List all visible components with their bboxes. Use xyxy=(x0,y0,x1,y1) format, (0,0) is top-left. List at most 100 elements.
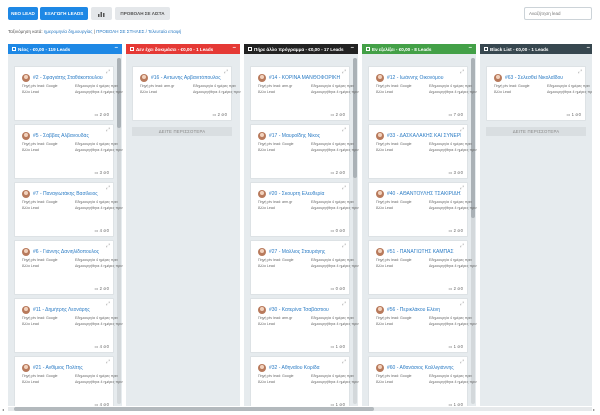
expand-icon[interactable]: ⤢ xyxy=(106,301,110,307)
chart-button[interactable] xyxy=(91,7,112,20)
lead-card[interactable]: #27 - Μάλλιος Σταυράγης ⤢ Πηγή ptv lead: G… xyxy=(250,240,359,295)
expand-icon[interactable]: ⤢ xyxy=(578,69,582,75)
lead-source: Πηγή ptv lead: Google xyxy=(22,84,58,88)
list-view-button[interactable]: ΠΡΟΒΟΛΗ ΣΕ ΛΙΣΤΑ xyxy=(115,7,170,20)
lead-title-link[interactable]: #32 - Αθηναΐου Κορίδα xyxy=(269,365,343,371)
lead-title-link[interactable]: #6 - Γιάννης Δανιηλίδοπουλος xyxy=(33,249,107,255)
lead-title-link[interactable]: #40 - ΑΘΑΝΤΟΥΛΗΣ ΤΣΑΚΙΡΙΔΗΣ xyxy=(387,191,461,197)
lead-card[interactable]: #7 - Παναγιωτάκης Βασίλειος ⤢ Πηγή ptv lea… xyxy=(14,182,123,237)
expand-icon[interactable]: ⤢ xyxy=(342,69,346,75)
scroll-left-arrow-icon[interactable]: ◂ xyxy=(2,407,4,412)
lead-card[interactable]: #21 - Ανθίμιος Πολίτης ⤢ Πηγή ptv lead: Go… xyxy=(14,356,123,406)
lead-title-link[interactable]: #56 - Περικλάκου Ελένη xyxy=(387,307,461,313)
sort-created-link[interactable]: ημερομηνία δημιουργίας xyxy=(44,29,93,34)
lead-title-link[interactable]: #33 - ΔΑΣΚΑΛΑΚΗΣ ΚΑΙ ΣΥΝΕΡΓΑΤΕΣ xyxy=(387,133,461,139)
lead-title-link[interactable]: #30 - Κατερίνα Τσαβάστιου xyxy=(269,307,343,313)
collapse-icon[interactable]: – xyxy=(233,45,236,51)
expand-icon[interactable]: ⤢ xyxy=(342,127,346,133)
lead-source: Πηγή ptv lead: Google xyxy=(22,374,58,378)
expand-icon[interactable]: ⤢ xyxy=(106,185,110,191)
updated-date: Δημιουργήθηκε 4 ημέρες πριν xyxy=(429,90,477,94)
lead-title-link[interactable]: #11 - Δημήτρης Λεονάρης xyxy=(33,307,107,313)
lead-card[interactable]: #5 - Σάββας Αλβανουδάς ⤢ Πηγή ptv lead: Go… xyxy=(14,124,123,179)
expand-icon[interactable]: ⤢ xyxy=(106,359,110,365)
expand-icon[interactable]: ⤢ xyxy=(460,127,464,133)
column-scrollbar[interactable] xyxy=(117,58,121,404)
column-header[interactable]: Πήρε άλλο πρόγραμμα - €0,00 - 17 Leads – xyxy=(244,44,358,54)
created-date: Εδημιουργία 4 ημέρες πριν xyxy=(75,374,119,378)
lead-card[interactable]: #17 - Μαυροΐδης Νίκος ⤢ Πηγή ptv lead: Goo… xyxy=(250,124,359,179)
lead-card[interactable]: #40 - ΑΘΑΝΤΟΥΛΗΣ ΤΣΑΚΙΡΙΔΗΣ ⤢ Πηγή ptv lea… xyxy=(368,182,477,237)
collapse-icon[interactable]: – xyxy=(587,45,590,51)
column-scrollbar[interactable] xyxy=(471,58,475,404)
lead-card[interactable]: #30 - Κατερίνα Τσαβάστιου ⤢ Πηγή ptv lead:… xyxy=(250,298,359,353)
collapse-icon[interactable]: – xyxy=(115,45,118,51)
column-header[interactable]: Νέος - €0,00 - 119 Leads – xyxy=(8,44,122,54)
expand-icon[interactable]: ⤢ xyxy=(460,185,464,191)
lead-card[interactable]: #20 - Σκουρτη Ελευθερία ⤢ Πηγή ptv lead: a… xyxy=(250,182,359,237)
lead-title-link[interactable]: #17 - Μαυροΐδης Νίκος xyxy=(269,133,343,139)
expand-icon[interactable]: ⤢ xyxy=(460,359,464,365)
search-input[interactable] xyxy=(524,7,592,20)
expand-icon[interactable]: ⤢ xyxy=(224,69,228,75)
expand-icon[interactable]: ⤢ xyxy=(460,69,464,75)
lead-title-link[interactable]: #16 - Αντωνης Αρβανιτόπουλος xyxy=(151,75,225,81)
lead-card[interactable]: #14 - ΚΟΡΙΝΑ ΜΑΝΘΟΦΟΡΙΚΗ ⤢ Πηγή ptv lead: … xyxy=(250,66,359,121)
lead-source: Πηγή ptv lead: Google xyxy=(376,142,412,146)
card-counts: ▭ 2 ⊘0 xyxy=(449,228,464,233)
lead-source: Πηγή ptv lead: arm.gr xyxy=(258,200,293,204)
lead-card[interactable]: #11 - Δημήτρης Λεονάρης ⤢ Πηγή ptv lead: G… xyxy=(14,298,123,353)
expand-icon[interactable]: ⤢ xyxy=(460,301,464,307)
lead-title-link[interactable]: #20 - Σκουρτη Ελευθερία xyxy=(269,191,343,197)
card-counts: ▭ 1 ⊘0 xyxy=(331,402,346,406)
expand-icon[interactable]: ⤢ xyxy=(106,127,110,133)
column-header[interactable]: Εν εξελίξει - €0,00 - 8 Leads – xyxy=(362,44,476,54)
expand-icon[interactable]: ⤢ xyxy=(460,243,464,249)
expand-icon[interactable]: ⤢ xyxy=(106,243,110,249)
lead-card[interactable]: #63 - Σελεσθεί Νικολαΐδου ⤢ Πηγή ptv lead:… xyxy=(486,66,592,121)
lead-title-link[interactable]: #14 - ΚΟΡΙΝΑ ΜΑΝΘΟΦΟΡΙΚΗ xyxy=(269,75,343,81)
lead-card[interactable]: #56 - Περικλάκου Ελένη ⤢ Πηγή ptv lead: Go… xyxy=(368,298,477,353)
lead-title-link[interactable]: #60 - Αθανάσιος Καλλιγιάννης xyxy=(387,365,461,371)
lead-title-link[interactable]: #2 - Σφαγιάτης Σταθάκοπουλου xyxy=(33,75,107,81)
lead-card[interactable]: #32 - Αθηναΐου Κορίδα ⤢ Πηγή ptv lead: Goo… xyxy=(250,356,359,406)
expand-icon[interactable]: ⤢ xyxy=(342,243,346,249)
lead-card[interactable]: #6 - Γιάννης Δανιηλίδοπουλος ⤢ Πηγή ptv le… xyxy=(14,240,123,295)
lead-card[interactable]: #60 - Αθανάσιος Καλλιγιάννης ⤢ Πηγή ptv le… xyxy=(368,356,477,406)
see-more-button[interactable]: ΔΕΙΤΕ ΠΕΡΙΣΣΟΤΕΡΑ xyxy=(132,127,232,136)
see-more-button[interactable]: ΔΕΙΤΕ ΠΕΡΙΣΣΟΤΕΡΑ xyxy=(486,127,586,136)
lead-title-link[interactable]: #7 - Παναγιωτάκης Βασίλειος xyxy=(33,191,107,197)
attachment-count: 0 xyxy=(460,228,463,233)
scrollbar-thumb[interactable] xyxy=(14,407,374,411)
collapse-icon[interactable]: – xyxy=(469,45,472,51)
scroll-right-arrow-icon[interactable]: ▸ xyxy=(593,407,595,412)
expand-icon[interactable]: ⤢ xyxy=(342,359,346,365)
columns-view-link[interactable]: ΠΡΟΒΟΛΗ ΣΕ ΣΤΗΛΕΣ xyxy=(96,29,144,34)
expand-icon[interactable]: ⤢ xyxy=(342,185,346,191)
new-lead-button[interactable]: ΝΕΟ LEAD xyxy=(8,7,38,20)
lead-title-link[interactable]: #51 - ΠΑΝΑΓΙΩΤΗΣ ΚΑΜΠΑΣ xyxy=(387,249,461,255)
column-scrollbar[interactable] xyxy=(353,58,357,404)
board-horizontal-scrollbar[interactable] xyxy=(8,407,592,411)
export-leads-button[interactable]: ΕΞΑΓΩΓΗ LEADS xyxy=(40,7,88,20)
lead-title-link[interactable]: #63 - Σελεσθεί Νικολαΐδου xyxy=(505,75,579,81)
lead-card[interactable]: #51 - ΠΑΝΑΓΙΩΤΗΣ ΚΑΜΠΑΣ ⤢ Πηγή ptv lead: G… xyxy=(368,240,477,295)
lead-title-link[interactable]: #5 - Σάββας Αλβανουδάς xyxy=(33,133,107,139)
lead-card[interactable]: #16 - Αντωνης Αρβανιτόπουλος ⤢ Πηγή ptv le… xyxy=(132,66,241,121)
collapse-icon[interactable]: – xyxy=(351,45,354,51)
lead-source: Πηγή ptv lead: Google xyxy=(376,258,412,262)
sort-last-contact-link[interactable]: / Τελευταία επαφή xyxy=(144,29,182,34)
expand-icon[interactable]: ⤢ xyxy=(106,69,110,75)
expand-icon[interactable]: ⤢ xyxy=(342,301,346,307)
lead-card[interactable]: #33 - ΔΑΣΚΑΛΑΚΗΣ ΚΑΙ ΣΥΝΕΡΓΑΤΕΣ⤢ Πηγή ptv… xyxy=(368,124,477,179)
lead-title-link[interactable]: #21 - Ανθίμιος Πολίτης xyxy=(33,365,107,371)
updated-date: Δημιουργήθηκε 4 ημέρες πριν xyxy=(75,380,123,384)
lead-card[interactable]: #12 - Ιωάννης Οικονόμου ⤢ Πηγή ptv lead: G… xyxy=(368,66,477,121)
column-header[interactable]: Black List - €0,00 - 1 Leads – xyxy=(480,44,592,54)
lead-card[interactable]: #2 - Σφαγιάτης Σταθάκοπουλου ⤢ Πηγή ptv le… xyxy=(14,66,123,121)
scrollbar-thumb[interactable] xyxy=(471,58,475,218)
column-header[interactable]: Δεν έχει δοκιμάσει - €0,00 - 1 Leads – xyxy=(126,44,240,54)
lead-title-link[interactable]: #12 - Ιωάννης Οικονόμου xyxy=(387,75,461,81)
scrollbar-thumb[interactable] xyxy=(353,58,357,178)
lead-title-link[interactable]: #27 - Μάλλιος Σταυράγης xyxy=(269,249,343,255)
